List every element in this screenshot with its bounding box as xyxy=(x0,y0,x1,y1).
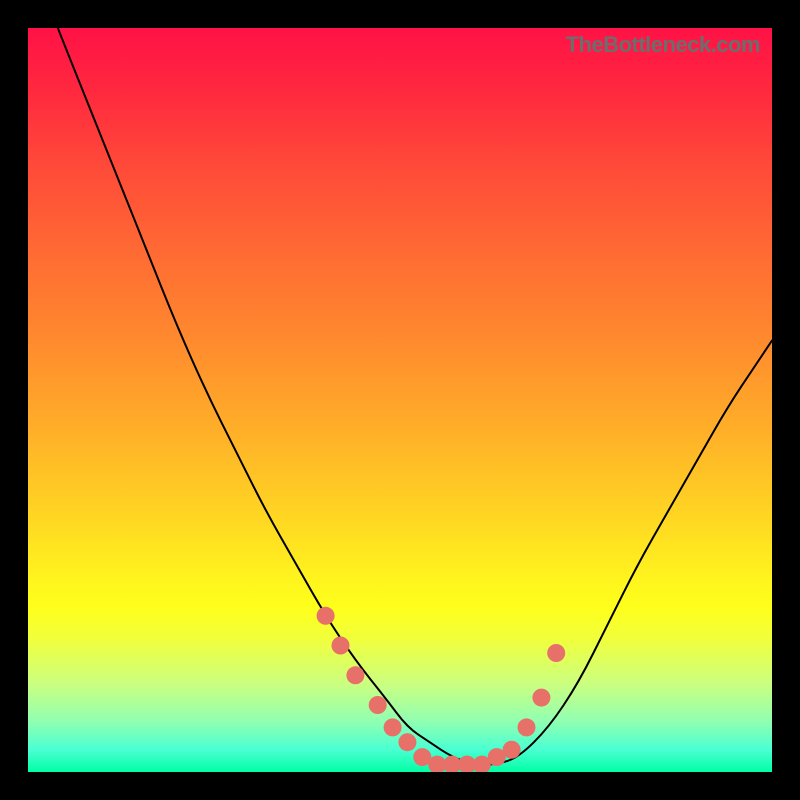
curve-marker xyxy=(503,741,521,759)
curve-marker xyxy=(518,718,536,736)
curve-marker xyxy=(346,666,364,684)
curve-marker xyxy=(532,689,550,707)
curve-marker xyxy=(384,718,402,736)
plot-area: TheBottleneck.com xyxy=(28,28,772,772)
curve-marker xyxy=(547,644,565,662)
bottleneck-curve xyxy=(58,28,772,765)
curve-marker xyxy=(398,733,416,751)
curve-marker xyxy=(317,607,335,625)
curve-marker xyxy=(332,637,350,655)
curve-marker xyxy=(369,696,387,714)
watermark-text: TheBottleneck.com xyxy=(566,32,760,58)
chart-svg xyxy=(28,28,772,772)
chart-container: TheBottleneck.com xyxy=(0,0,800,800)
